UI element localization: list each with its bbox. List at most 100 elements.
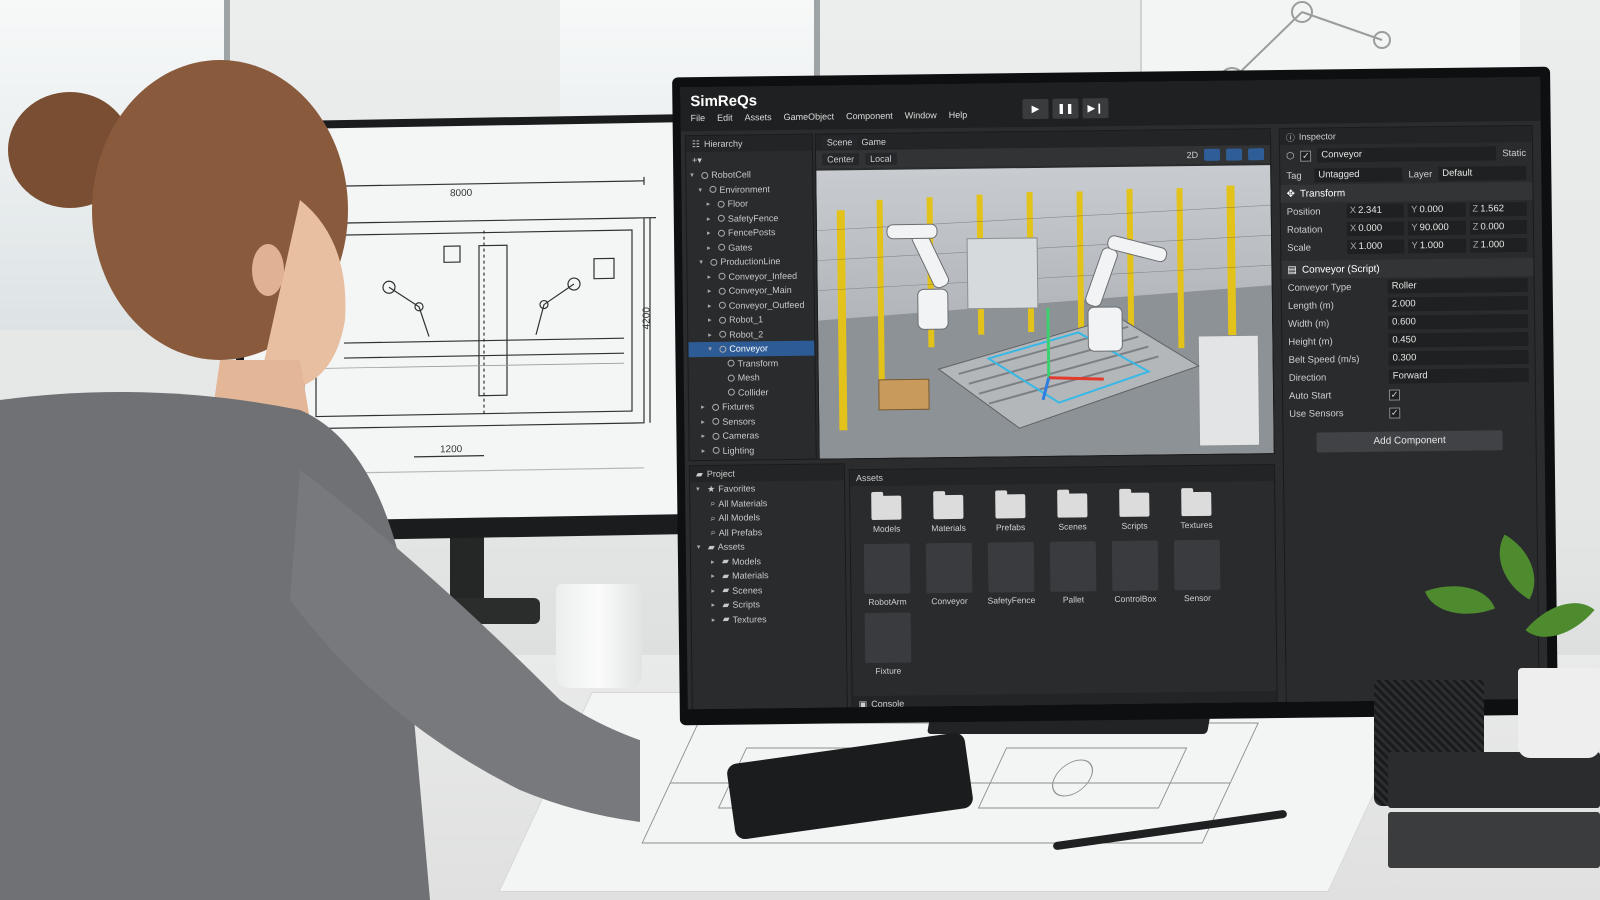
asset-folder[interactable]: Scenes	[1048, 493, 1096, 532]
play-button[interactable]: ▶	[1022, 98, 1049, 120]
rotation-x-field[interactable]: X 0.000	[1346, 221, 1405, 237]
hierarchy-item[interactable]: ▾ Environment	[686, 181, 812, 197]
hierarchy-item[interactable]: ▸ FencePosts	[687, 225, 813, 241]
position-z-field[interactable]: Z 1.562	[1469, 201, 1527, 217]
folder-icon	[1119, 492, 1150, 517]
pause-button[interactable]: ❚❚	[1052, 98, 1079, 119]
scale-y-field[interactable]: Y 1.000	[1408, 238, 1466, 254]
menu-window[interactable]: Window	[905, 110, 937, 120]
menu-component[interactable]: Component	[846, 111, 893, 122]
asset-folder[interactable]: Materials	[924, 494, 972, 534]
static-toggle[interactable]: Static	[1502, 147, 1526, 158]
active-checkbox[interactable]: ✓	[1300, 150, 1312, 162]
camera-toggle[interactable]	[1247, 148, 1265, 161]
asset-prefab[interactable]: ControlBox	[1111, 540, 1160, 604]
asset-prefab[interactable]: RobotArm	[863, 543, 912, 608]
asset-folder[interactable]: Textures	[1172, 491, 1220, 531]
hierarchy-item[interactable]: ▸ Robot_1	[688, 312, 814, 328]
tab-game[interactable]: Game	[861, 137, 886, 147]
position-x-field[interactable]: X 2.341	[1346, 203, 1405, 219]
hierarchy-item[interactable]: ▸ Lighting	[690, 442, 816, 458]
rotation-z-field[interactable]: Z 0.000	[1469, 219, 1528, 235]
pivot-dropdown[interactable]: Center	[822, 153, 860, 166]
hierarchy-item[interactable]: ▾ Conveyor	[688, 340, 815, 357]
mode-2d-toggle[interactable]: 2D	[1186, 150, 1198, 160]
lighting-toggle[interactable]	[1225, 148, 1243, 161]
chevron-right-icon[interactable]: ▸	[707, 229, 715, 237]
asset-prefab[interactable]: Fixture	[864, 612, 913, 677]
folder-icon: ▰	[707, 541, 715, 552]
chevron-down-icon[interactable]: ▾	[699, 258, 707, 266]
chevron-right-icon[interactable]: ▸	[701, 432, 709, 440]
hierarchy-item[interactable]: ▸ Fixtures	[689, 399, 815, 415]
menu-help[interactable]: Help	[949, 110, 968, 120]
rotation-y-field[interactable]: Y 90.000	[1408, 220, 1466, 236]
hierarchy-item-label: Conveyor	[729, 343, 768, 354]
menu-gameobject[interactable]: GameObject	[784, 111, 835, 122]
step-button[interactable]: ▶❙	[1082, 98, 1109, 119]
space-dropdown[interactable]: Local	[865, 152, 897, 166]
hierarchy-item[interactable]: ▸ SafetyFence	[687, 210, 813, 226]
chevron-right-icon[interactable]: ▸	[702, 447, 710, 455]
chevron-right-icon[interactable]: ▸	[708, 331, 716, 339]
menu-edit[interactable]: Edit	[717, 113, 733, 123]
hierarchy-item[interactable]: ▸ Conveyor_Main	[688, 283, 814, 299]
hierarchy-item[interactable]: ▾ RobotCell	[686, 167, 812, 183]
chevron-down-icon[interactable]: ▾	[698, 186, 706, 194]
hierarchy-item[interactable]: Mesh	[689, 370, 815, 386]
hierarchy-item[interactable]: ▸ Gates	[687, 239, 813, 255]
script-field-dropdown[interactable]: Forward	[1388, 367, 1529, 384]
hierarchy-item[interactable]: ▸ Robot_2	[688, 326, 814, 342]
chevron-right-icon[interactable]: ▸	[707, 200, 715, 208]
scale-z-field[interactable]: Z 1.000	[1469, 237, 1528, 253]
chevron-down-icon[interactable]: ▾	[690, 171, 698, 179]
project-folder[interactable]: ▸ ▰ Textures	[692, 611, 846, 627]
script-field-input[interactable]: 0.450	[1388, 331, 1529, 348]
layer-dropdown[interactable]: Default	[1438, 165, 1527, 182]
script-field-input[interactable]: 0.600	[1388, 313, 1529, 330]
gameobject-icon	[712, 432, 720, 440]
scale-x-field[interactable]: X 1.000	[1347, 239, 1405, 255]
chevron-right-icon[interactable]: ▸	[707, 244, 715, 252]
asset-prefab[interactable]: Conveyor	[925, 542, 974, 607]
chevron-right-icon[interactable]: ▸	[701, 403, 709, 411]
hierarchy-item[interactable]: ▸ Cameras	[689, 428, 815, 444]
hierarchy-item[interactable]: ▾ ProductionLine	[687, 254, 813, 270]
menu-file[interactable]: File	[691, 113, 706, 123]
hierarchy-item[interactable]: ▸ Conveyor_Outfeed	[688, 297, 814, 313]
asset-folder[interactable]: Scripts	[1110, 492, 1158, 531]
hierarchy-item[interactable]: Transform	[688, 355, 814, 371]
chevron-right-icon[interactable]: ▸	[701, 418, 709, 426]
position-y-field[interactable]: Y 0.000	[1407, 202, 1466, 218]
script-field-dropdown[interactable]: Roller	[1387, 277, 1528, 294]
chevron-right-icon[interactable]: ▸	[708, 316, 716, 324]
script-field-checkbox[interactable]: ✓	[1388, 389, 1401, 401]
gameobject-icon	[718, 244, 726, 252]
add-icon[interactable]: +▾	[692, 155, 702, 166]
scene-viewport[interactable]	[816, 165, 1274, 459]
object-name-field[interactable]: Conveyor	[1317, 146, 1497, 163]
asset-prefab[interactable]: Pallet	[1049, 541, 1098, 605]
tag-dropdown[interactable]: Untagged	[1314, 167, 1403, 183]
script-field-input[interactable]: 0.300	[1388, 349, 1529, 366]
asset-prefab[interactable]: Sensor	[1173, 539, 1222, 604]
add-component-button[interactable]: Add Component	[1316, 430, 1503, 453]
chevron-right-icon[interactable]: ▸	[708, 287, 716, 295]
hierarchy-item[interactable]: ▸ Floor	[687, 196, 813, 212]
console-tab[interactable]: ▣ Console	[852, 691, 1277, 710]
asset-folder[interactable]: Prefabs	[986, 494, 1034, 533]
asset-folder[interactable]: Models	[862, 495, 910, 535]
chevron-right-icon[interactable]: ▸	[708, 302, 716, 310]
tab-scene[interactable]: Scene	[821, 136, 858, 149]
chevron-right-icon[interactable]: ▸	[707, 215, 715, 223]
hierarchy-item[interactable]: ▸ Conveyor_Infeed	[687, 268, 813, 284]
menu-assets[interactable]: Assets	[745, 112, 772, 122]
gizmo-toggle[interactable]	[1203, 148, 1221, 161]
hierarchy-item[interactable]: Collider	[689, 384, 815, 400]
hierarchy-item[interactable]: ▸ Sensors	[689, 413, 815, 429]
chevron-down-icon[interactable]: ▾	[708, 345, 716, 353]
asset-prefab[interactable]: SafetyFence	[987, 542, 1036, 606]
script-field-checkbox[interactable]: ✓	[1389, 407, 1401, 419]
script-field-input[interactable]: 2.000	[1387, 295, 1528, 312]
chevron-right-icon[interactable]: ▸	[707, 273, 715, 281]
